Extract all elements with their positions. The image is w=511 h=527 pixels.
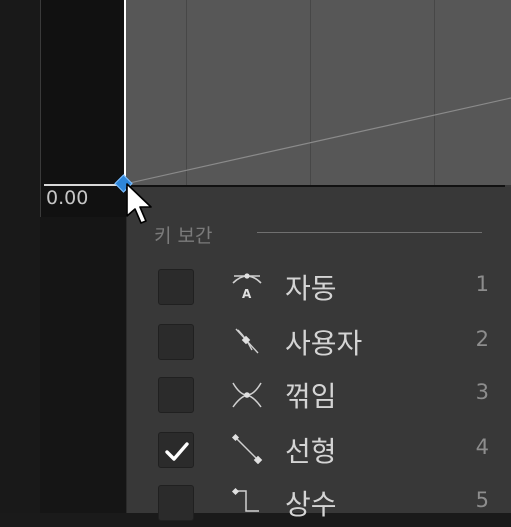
menu-item-shortcut: 3: [475, 380, 489, 404]
check-icon: [165, 442, 189, 461]
menu-item-shortcut: 1: [475, 272, 489, 296]
svg-text:A: A: [242, 287, 252, 301]
menu-item-shortcut: 5: [475, 488, 489, 512]
section-title: 키 보간: [154, 225, 213, 247]
value-label: 0.00: [46, 187, 89, 209]
menu-item-auto[interactable]: A 자동 1: [127, 259, 511, 311]
checkbox[interactable]: [158, 324, 194, 360]
mouse-cursor-icon: [126, 183, 152, 224]
graph-area[interactable]: [124, 0, 511, 185]
menu-item-user[interactable]: 사용자 2: [127, 314, 511, 366]
checkbox[interactable]: [158, 377, 194, 413]
checkbox[interactable]: [158, 485, 194, 521]
key-interpolation-menu: 키 보간 A 자동 1 사용자 2 꺾임 3 선형 4 상수 5: [126, 187, 511, 521]
menu-item-linear[interactable]: 선형 4: [127, 422, 511, 474]
user-interp-icon: [235, 328, 259, 354]
menu-item-label: 상수: [285, 488, 337, 521]
auto-interp-icon: A: [232, 273, 262, 301]
checkbox[interactable]: [158, 269, 194, 305]
linear-interp-icon: [231, 434, 263, 464]
time-cursor-line[interactable]: [124, 0, 126, 185]
grid-line: [434, 0, 435, 185]
break-interp-icon: [232, 382, 262, 408]
section-divider: [257, 232, 482, 233]
grid-line: [186, 0, 187, 185]
menu-item-break[interactable]: 꺾임 3: [127, 367, 511, 419]
menu-item-label: 꺾임: [285, 380, 337, 413]
menu-item-label: 사용자: [285, 327, 363, 360]
menu-item-constant[interactable]: 상수 5: [127, 475, 511, 527]
grid-line: [310, 0, 311, 185]
range-edge: [44, 184, 126, 186]
checkbox[interactable]: [158, 432, 194, 468]
menu-item-label: 선형: [285, 435, 337, 468]
track-gutter: [0, 0, 40, 513]
menu-item-shortcut: 4: [475, 435, 489, 459]
menu-item-label: 자동: [285, 272, 337, 305]
menu-item-shortcut: 2: [475, 327, 489, 351]
